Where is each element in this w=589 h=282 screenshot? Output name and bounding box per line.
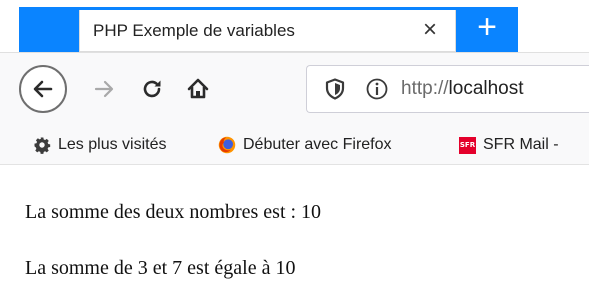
url-host: localhost	[448, 78, 524, 99]
tab-close-icon[interactable]: ×	[417, 17, 443, 43]
bookmark-label: SFR Mail -	[483, 136, 559, 153]
new-tab-button[interactable]: +	[456, 7, 518, 52]
back-arrow-icon	[33, 80, 53, 98]
back-button[interactable]	[19, 65, 67, 113]
navigation-toolbar: http://localhost	[0, 52, 589, 127]
sum-result-text: La somme des deux nombres est : 10	[25, 201, 322, 223]
tab-strip-left-area[interactable]	[19, 7, 79, 52]
tab-strip: PHP Exemple de variables × +	[0, 0, 589, 52]
sfr-icon-text: SFR	[459, 136, 476, 154]
reload-button[interactable]	[132, 69, 172, 109]
tab-strip-empty-area	[518, 7, 589, 52]
shield-icon[interactable]	[325, 78, 345, 105]
active-tab-accent	[79, 7, 456, 10]
forward-button[interactable]	[84, 69, 124, 109]
home-button[interactable]	[178, 69, 218, 109]
forward-arrow-icon	[94, 80, 114, 98]
bookmark-sfr-mail[interactable]: SFR SFR Mail -	[459, 133, 559, 157]
bookmark-label: Les plus visités	[58, 136, 167, 153]
url-text[interactable]: http://localhost	[401, 78, 581, 100]
bookmark-les-plus-visites[interactable]: Les plus visités	[33, 133, 167, 157]
url-protocol: http://	[401, 78, 449, 99]
page-content: La somme des deux nombres est : 10 La so…	[0, 165, 589, 282]
bookmark-debuter-avec-firefox[interactable]: Débuter avec Firefox	[218, 133, 392, 157]
gear-icon	[33, 136, 51, 154]
home-icon	[187, 78, 209, 99]
bookmark-label: Débuter avec Firefox	[243, 136, 392, 153]
sum-detail-text: La somme de 3 et 7 est égale à 10	[25, 257, 296, 279]
url-bar[interactable]: http://localhost	[306, 65, 589, 113]
tab-php-exemple[interactable]: PHP Exemple de variables ×	[79, 7, 456, 52]
reload-icon	[143, 80, 161, 98]
info-icon[interactable]	[365, 77, 389, 106]
sfr-icon: SFR	[459, 136, 476, 154]
tab-title: PHP Exemple de variables	[93, 21, 295, 40]
firefox-icon	[218, 136, 236, 154]
bookmarks-toolbar: Les plus visités Débuter avec Firefox SF…	[0, 126, 589, 165]
